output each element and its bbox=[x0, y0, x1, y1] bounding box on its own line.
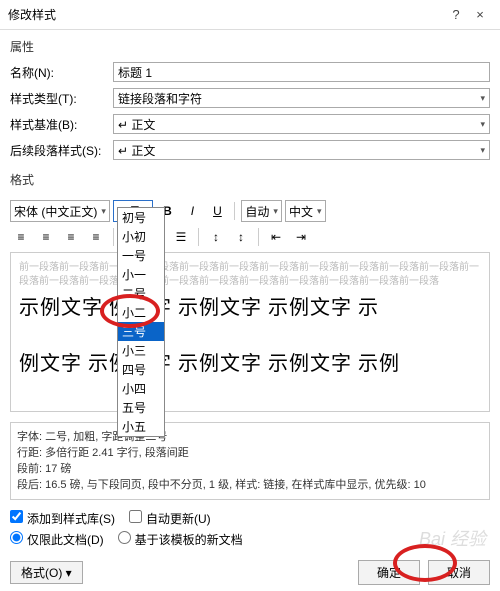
add-to-library-checkbox[interactable]: 添加到样式库(S) bbox=[10, 510, 115, 527]
size-option[interactable]: 小一 bbox=[118, 265, 164, 284]
chevron-down-icon: ▾ bbox=[101, 206, 106, 217]
indent-right-icon[interactable]: ⇥ bbox=[290, 226, 312, 248]
para-space-up-icon[interactable]: ↕ bbox=[205, 226, 227, 248]
sample-text-1: 示例文字 例文字 示例文字 示例文字 示 bbox=[19, 289, 481, 327]
align-left-icon[interactable]: ≡ bbox=[10, 226, 32, 248]
type-select[interactable]: 链接段落和字符 ▾ bbox=[113, 88, 490, 108]
name-input[interactable] bbox=[113, 62, 490, 82]
desc-l3: 段前: 17 磅 bbox=[17, 461, 483, 477]
size-option[interactable]: 初号 bbox=[118, 208, 164, 227]
lang-combo[interactable]: 中文 ▾ bbox=[285, 200, 326, 222]
chevron-down-icon: ▾ bbox=[317, 206, 322, 217]
size-option[interactable]: 五号 bbox=[118, 398, 164, 417]
type-label: 样式类型(T): bbox=[10, 90, 105, 107]
size-option[interactable]: 一号 bbox=[118, 246, 164, 265]
doc-only-radio[interactable]: 仅限此文档(D) bbox=[10, 531, 104, 548]
desc-l1: 字体: 二号, 加粗, 字距调整二号 bbox=[17, 429, 483, 445]
chevron-down-icon: ▾ bbox=[480, 145, 485, 156]
format-label: 格式 bbox=[0, 163, 500, 192]
underline-button[interactable]: U bbox=[206, 200, 228, 222]
align-center-icon[interactable]: ≡ bbox=[35, 226, 57, 248]
linespace-2-icon[interactable]: ☰ bbox=[170, 226, 192, 248]
close-button[interactable]: × bbox=[468, 7, 492, 22]
properties-label: 属性 bbox=[0, 30, 500, 59]
align-justify-icon[interactable]: ≡ bbox=[85, 226, 107, 248]
size-option[interactable]: 小五 bbox=[118, 417, 164, 436]
next-value: ↵ 正文 bbox=[118, 142, 155, 159]
cancel-button[interactable]: 取消 bbox=[428, 560, 490, 585]
chevron-down-icon: ▾ bbox=[273, 206, 278, 217]
preview-pane: 前一段落前一段落前一段落前一段落前一段落前一段落前一段落前一段落前一段落前一段落… bbox=[10, 252, 490, 412]
dialog-title: 修改样式 bbox=[8, 6, 444, 23]
color-combo[interactable]: 自动 ▾ bbox=[241, 200, 282, 222]
format-menu-button[interactable]: 格式(O) ▾ bbox=[10, 561, 83, 584]
font-combo[interactable]: 宋体 (中文正文) ▾ bbox=[10, 200, 110, 222]
size-option[interactable]: 小四 bbox=[118, 379, 164, 398]
color-value: 自动 bbox=[245, 203, 273, 220]
size-option[interactable]: 小三 bbox=[118, 341, 164, 360]
italic-button[interactable]: I bbox=[181, 200, 203, 222]
sample-text-2: 例文字 示例文字 示例文字 示例文字 示例 bbox=[19, 345, 481, 383]
chevron-down-icon: ▾ bbox=[480, 119, 485, 130]
align-right-icon[interactable]: ≡ bbox=[60, 226, 82, 248]
indent-left-icon[interactable]: ⇤ bbox=[265, 226, 287, 248]
ok-button[interactable]: 确定 bbox=[358, 560, 420, 585]
name-label: 名称(N): bbox=[10, 64, 105, 81]
chevron-down-icon: ▾ bbox=[480, 93, 485, 104]
size-option[interactable]: 三号 bbox=[118, 322, 164, 341]
size-option[interactable]: 小二 bbox=[118, 303, 164, 322]
desc-l2: 行距: 多倍行距 2.41 字行, 段落间距 bbox=[17, 445, 483, 461]
base-select[interactable]: ↵ 正文 ▾ bbox=[113, 114, 490, 134]
desc-l4: 段后: 16.5 磅, 与下段同页, 段中不分页, 1 级, 样式: 链接, 在… bbox=[17, 477, 483, 493]
auto-update-checkbox[interactable]: 自动更新(U) bbox=[129, 510, 211, 527]
size-option[interactable]: 四号 bbox=[118, 360, 164, 379]
next-select[interactable]: ↵ 正文 ▾ bbox=[113, 140, 490, 160]
watermark: Bai 经验 bbox=[419, 525, 486, 551]
type-value: 链接段落和字符 bbox=[118, 90, 202, 107]
size-option[interactable]: 小初 bbox=[118, 227, 164, 246]
next-label: 后续段落样式(S): bbox=[10, 142, 105, 159]
font-value: 宋体 (中文正文) bbox=[14, 203, 101, 220]
lang-value: 中文 bbox=[289, 203, 317, 220]
grey-context: 前一段落前一段落前一段落前一段落前一段落前一段落前一段落前一段落前一段落前一段落… bbox=[19, 261, 481, 289]
base-value: ↵ 正文 bbox=[118, 116, 155, 133]
style-description: 字体: 二号, 加粗, 字距调整二号 行距: 多倍行距 2.41 字行, 段落间… bbox=[10, 422, 490, 500]
base-label: 样式基准(B): bbox=[10, 116, 105, 133]
help-button[interactable]: ? bbox=[444, 7, 468, 22]
size-dropdown[interactable]: 初号小初一号小一二号小二三号小三四号小四五号小五 bbox=[117, 207, 165, 437]
para-space-down-icon[interactable]: ↕ bbox=[230, 226, 252, 248]
size-option[interactable]: 二号 bbox=[118, 284, 164, 303]
template-radio[interactable]: 基于该模板的新文档 bbox=[118, 531, 243, 548]
